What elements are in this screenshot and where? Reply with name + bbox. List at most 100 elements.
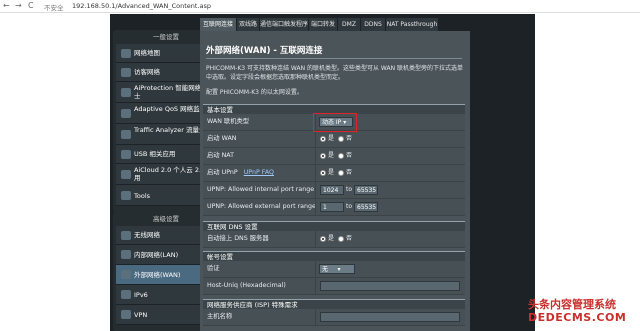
hostname-input[interactable] (320, 312, 460, 322)
to-label: to (346, 186, 353, 193)
divider (315, 309, 316, 325)
auto-dns-label: 自动接上 DNS 服务器 (207, 235, 269, 242)
address-bar[interactable]: 192.168.50.1/Advanced_WAN_Content.asp (72, 2, 211, 10)
tab-internet-connection[interactable]: 互联网连接 (200, 18, 237, 31)
upnp-label: 启动 UPnP UPnP FAQ (207, 165, 274, 181)
enable-wan-yes-radio[interactable] (320, 136, 326, 142)
divider (315, 148, 316, 164)
upnp-no-radio[interactable] (338, 170, 344, 176)
auto-dns-yes-radio[interactable] (320, 236, 326, 242)
tools-icon (121, 191, 131, 200)
yes-label: 是 (328, 235, 335, 242)
enable-wan-label: 启动 WAN (207, 135, 237, 142)
sidebar-item-label: USB 相关应用 (134, 150, 176, 158)
forward-icon[interactable]: → (15, 1, 22, 10)
watermark-domain: DEDECMS.COM (528, 311, 627, 324)
sidebar-item-label: Tools (134, 192, 151, 200)
cloud-icon (121, 170, 131, 179)
auth-label: 验证 (207, 265, 220, 272)
sidebar-item-label: VPN (134, 311, 148, 319)
auto-dns-no-radio[interactable] (338, 236, 344, 242)
enable-nat-yes-radio[interactable] (320, 153, 326, 159)
upnp-yes-radio[interactable] (320, 170, 326, 176)
page-description: PHICOMM-K3 可支持数种连结 WAN 的联机类型。这些类型可从 WAN … (206, 65, 464, 81)
row-auth: 验证 无 ▾ (203, 261, 465, 278)
no-label: 否 (346, 135, 353, 142)
usb-icon (121, 150, 131, 159)
upnp-external-to-input[interactable]: 65535 (354, 202, 378, 212)
sidebar-item-label: IPv6 (134, 291, 148, 299)
no-label: 否 (346, 169, 353, 176)
yes-label: 是 (328, 152, 335, 159)
tab-dmz[interactable]: DMZ (338, 18, 361, 31)
upnp-external-label: UPNP: Allowed external port range (207, 203, 316, 210)
divider (315, 182, 316, 198)
no-label: 否 (346, 152, 353, 159)
upnp-external-from-input[interactable]: 1 (320, 202, 344, 212)
browser-toolbar: ← → C 不安全 192.168.50.1/Advanced_WAN_Cont… (0, 0, 640, 13)
sidebar-item-label: 内部网络(LAN) (134, 251, 179, 259)
back-icon[interactable]: ← (3, 1, 10, 10)
row-enable-wan: 启动 WAN 是 否 (203, 131, 465, 148)
lan-icon (121, 250, 131, 259)
row-upnp-external: UPNP: Allowed external port range 1 to 6… (203, 199, 465, 216)
page-title: 外部网络(WAN) - 互联网连接 (206, 46, 323, 56)
section-account: 帐号设置 (203, 251, 465, 261)
hostname-label: 主机名称 (207, 313, 233, 320)
section-dns: 互联网 DNS 设置 (203, 221, 465, 231)
tab-port-forward[interactable]: 端口转发 (309, 18, 338, 31)
row-host-uniq: Host-Uniq (Hexadecimal) (203, 278, 465, 295)
yes-label: 是 (328, 135, 335, 142)
host-uniq-input[interactable] (320, 281, 460, 291)
tab-nat-passthrough[interactable]: NAT Passthrough (386, 18, 439, 31)
auth-value: 无 (322, 266, 329, 273)
network-map-icon (121, 49, 131, 58)
sidebar-item-label: 无线网络 (134, 231, 160, 239)
upnp-internal-label: UPNP: Allowed internal port range (207, 186, 315, 193)
highlight-box (313, 113, 357, 132)
globe-icon (121, 270, 131, 279)
section-isp: 网络服务供应商 (ISP) 特殊需求 (203, 299, 465, 309)
ipv6-icon (121, 290, 131, 299)
divider (315, 199, 316, 215)
tab-dual-wan[interactable]: 双线路 (237, 18, 260, 31)
wireless-icon (121, 231, 131, 240)
upnp-internal-from-input[interactable]: 1024 (320, 185, 344, 195)
divider (315, 131, 316, 147)
qos-icon (121, 109, 131, 118)
shield-icon (121, 88, 131, 97)
row-hostname: 主机名称 (203, 309, 465, 326)
row-upnp: 启动 UPnP UPnP FAQ 是 否 (203, 165, 465, 182)
upnp-text: 启动 UPnP (207, 169, 238, 176)
sidebar-item-label: 网络地图 (134, 49, 160, 57)
auth-select[interactable]: 无 ▾ (319, 264, 355, 274)
to-label: to (346, 203, 353, 210)
row-auto-dns: 自动接上 DNS 服务器 是 否 (203, 231, 465, 248)
page-description-2: 配置 PHICOMM-K3 的以太网设置。 (206, 89, 303, 96)
divider (315, 231, 316, 247)
upnp-internal-to-input[interactable]: 65535 (354, 185, 378, 195)
watermark-text: 头条内容管理系统 (528, 298, 616, 311)
enable-nat-no-radio[interactable] (338, 153, 344, 159)
no-label: 否 (346, 235, 353, 242)
vpn-icon (121, 310, 131, 319)
reload-icon[interactable]: C (28, 1, 34, 10)
sidebar-item-label: 访客网络 (134, 68, 160, 76)
enable-nat-label: 启动 NAT (207, 152, 234, 159)
row-upnp-internal: UPNP: Allowed internal port range 1024 t… (203, 182, 465, 199)
host-uniq-label: Host-Uniq (Hexadecimal) (207, 282, 286, 289)
yes-label: 是 (328, 169, 335, 176)
security-indicator[interactable]: 不安全 (44, 2, 64, 12)
tab-port-trigger[interactable]: 通信端口触发程序 (260, 18, 309, 31)
enable-wan-no-radio[interactable] (338, 136, 344, 142)
divider (315, 278, 316, 294)
wan-type-label: WAN 联机类型 (207, 118, 250, 125)
row-enable-nat: 启动 NAT 是 否 (203, 148, 465, 165)
tab-ddns[interactable]: DDNS (361, 18, 386, 31)
divider (315, 165, 316, 181)
upnp-faq-link[interactable]: UPnP FAQ (244, 169, 274, 176)
title-divider (206, 58, 462, 59)
guest-network-icon (121, 68, 131, 77)
sidebar-item-label: 外部网络(WAN) (134, 271, 181, 279)
traffic-analyzer-icon (121, 130, 131, 139)
